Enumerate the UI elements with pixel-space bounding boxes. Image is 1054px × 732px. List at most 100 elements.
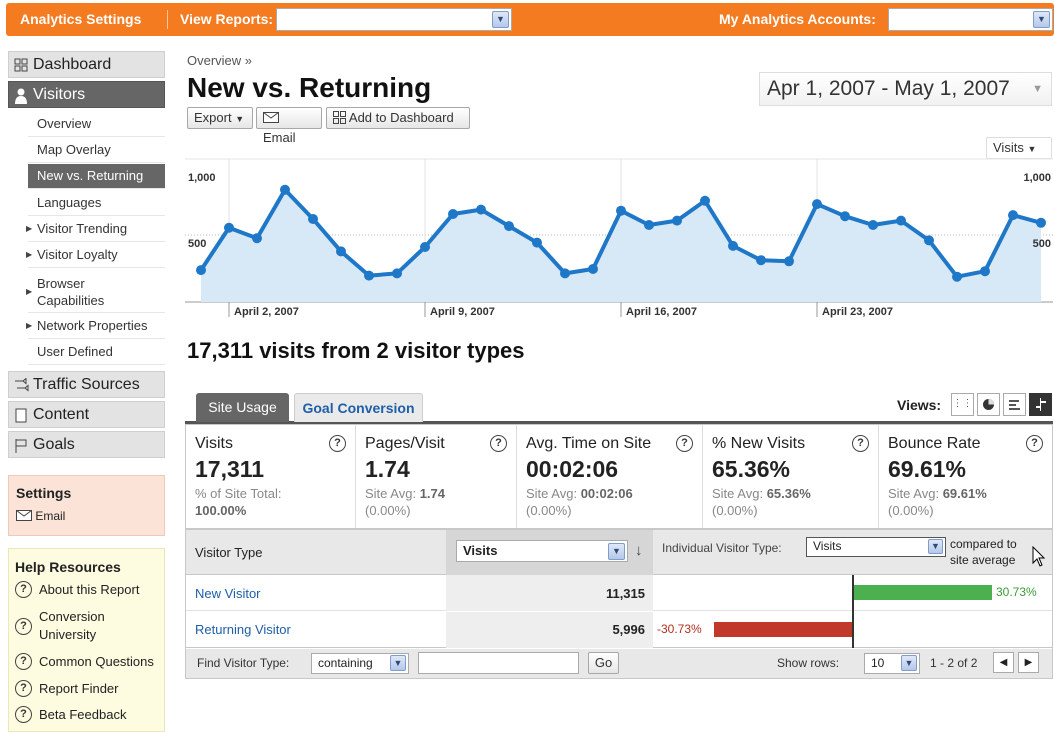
sidebar-item-languages[interactable]: Languages <box>28 191 165 216</box>
accounts-select[interactable]: ▼ <box>888 8 1053 31</box>
go-button[interactable]: Go <box>588 652 619 674</box>
triangle-right-icon: ▶ <box>26 321 33 330</box>
prev-page-button[interactable]: ◀ <box>993 652 1014 673</box>
chart-point[interactable] <box>672 215 682 226</box>
chart-point[interactable] <box>616 205 626 216</box>
x-tick-label: April 9, 2007 <box>430 306 495 318</box>
chart-point[interactable] <box>728 240 738 251</box>
chart-point[interactable] <box>980 266 990 277</box>
chart-point[interactable] <box>420 242 430 252</box>
individual-type-label: Individual Visitor Type: <box>662 541 782 555</box>
chart-point[interactable] <box>924 235 934 246</box>
nav-traffic-sources[interactable]: Traffic Sources <box>8 371 165 398</box>
sidebar-item-user-defined[interactable]: User Defined <box>28 340 165 365</box>
individual-type-select[interactable]: Visits ▼ <box>806 537 946 557</box>
tab-goal-conversion[interactable]: Goal Conversion <box>294 393 423 422</box>
chevron-down-icon: ▼ <box>608 543 625 560</box>
chart-metric-label: Visits <box>993 140 1024 155</box>
export-button[interactable]: Export ▼ <box>187 107 253 129</box>
view-reports-select[interactable]: ▼ <box>276 8 512 31</box>
sidebar-item-overview[interactable]: Overview <box>28 112 165 137</box>
help-label: Common Questions <box>39 654 154 669</box>
chart-point[interactable] <box>952 271 962 282</box>
sidebar-item-browser-capabilities[interactable]: ▶ Browser Capabilities <box>26 270 165 313</box>
help-icon[interactable]: ? <box>676 435 693 452</box>
chevron-down-icon: ▼ <box>1027 144 1037 154</box>
show-rows-value: 10 <box>871 656 885 670</box>
chart-point[interactable] <box>308 213 318 224</box>
chart-point[interactable] <box>1008 210 1018 221</box>
individual-type-value: Visits <box>813 539 842 553</box>
tab-site-usage[interactable]: Site Usage <box>196 393 289 422</box>
chart-point[interactable] <box>784 256 794 267</box>
help-icon[interactable]: ? <box>490 435 507 452</box>
table-view-icon[interactable]: ⋮⋮ <box>951 393 974 416</box>
x-tick-label: April 23, 2007 <box>822 306 893 318</box>
next-page-button[interactable]: ▶ <box>1018 652 1039 673</box>
sidebar-item-network-properties[interactable]: ▶ Network Properties <box>26 314 165 339</box>
sidebar-item-map-overlay[interactable]: Map Overlay <box>28 138 165 163</box>
chart-point[interactable] <box>336 246 346 257</box>
chart-point[interactable] <box>504 221 514 232</box>
help-icon[interactable]: ? <box>1026 435 1043 452</box>
chart-point[interactable] <box>700 195 710 206</box>
accounts-label: My Analytics Accounts: <box>719 11 876 27</box>
show-rows-select[interactable]: 10 ▼ <box>864 653 920 674</box>
nav-goals[interactable]: Goals <box>8 431 165 458</box>
pagination-range: 1 - 2 of 2 <box>930 656 978 670</box>
chart-point[interactable] <box>812 199 822 210</box>
find-input[interactable] <box>418 652 579 674</box>
visitor-type-link[interactable]: New Visitor <box>195 586 261 601</box>
col-visitor-type[interactable]: Visitor Type <box>195 545 262 560</box>
chart-point[interactable] <box>476 204 486 215</box>
nav-visitors[interactable]: Visitors <box>8 81 165 108</box>
breadcrumb[interactable]: Overview » <box>187 53 252 68</box>
sort-down-icon[interactable]: ↓ <box>635 542 643 559</box>
help-icon[interactable]: ? <box>329 435 346 452</box>
chart-metric-select[interactable]: Visits ▼ <box>986 137 1052 159</box>
chart-point[interactable] <box>392 268 402 279</box>
chart-point[interactable] <box>532 237 542 248</box>
chart-point[interactable] <box>868 220 878 230</box>
view-switcher: ⋮⋮ <box>951 393 1052 417</box>
help-label: About this Report <box>39 582 140 597</box>
add-to-dashboard-button[interactable]: Add to Dashboard <box>326 107 470 129</box>
pie-view-icon[interactable] <box>977 393 1000 416</box>
comparison-view-icon[interactable] <box>1029 393 1052 416</box>
metric-sub: Site Avg: <box>712 486 767 501</box>
chart-point[interactable] <box>756 255 766 266</box>
containing-select[interactable]: containing ▼ <box>311 653 409 674</box>
sidebar-item-new-vs-returning[interactable]: New vs. Returning <box>28 164 165 189</box>
person-icon <box>14 88 28 104</box>
metric-visits: Visits 17,311 % of Site Total: 100.00% ? <box>186 425 356 528</box>
chart-point[interactable] <box>1036 217 1046 228</box>
sidebar-item-visitor-trending[interactable]: ▶ Visitor Trending <box>26 217 165 242</box>
chart-point[interactable] <box>448 209 458 219</box>
chart-point[interactable] <box>588 264 598 274</box>
comparison-bar-positive <box>854 585 993 600</box>
metric-new-visits: % New Visits 65.36% Site Avg: 65.36% (0.0… <box>703 425 879 528</box>
analytics-settings-link[interactable]: Analytics Settings <box>20 11 141 27</box>
nav-content[interactable]: Content <box>8 401 165 428</box>
settings-email-link[interactable]: Email <box>16 509 65 523</box>
chart-point[interactable] <box>252 233 262 244</box>
chart-point[interactable] <box>364 270 374 281</box>
chart-point[interactable] <box>644 220 654 230</box>
chart-point[interactable] <box>196 265 206 276</box>
chart-point[interactable] <box>280 184 290 195</box>
email-button[interactable]: Email <box>256 107 322 145</box>
date-range-picker[interactable]: Apr 1, 2007 - May 1, 2007 ▼ <box>759 72 1052 106</box>
sidebar-item-visitor-loyalty[interactable]: ▶ Visitor Loyalty <box>26 243 165 268</box>
views-label: Views: <box>897 397 942 413</box>
visitor-type-link[interactable]: Returning Visitor <box>195 622 291 637</box>
chart-point[interactable] <box>560 268 570 279</box>
chart-point[interactable] <box>896 215 906 226</box>
help-icon[interactable]: ? <box>852 435 869 452</box>
nav-dashboard[interactable]: Dashboard <box>8 51 165 78</box>
bar-view-icon[interactable] <box>1003 393 1026 416</box>
metric-column-select[interactable]: Visits ▼ <box>456 540 628 562</box>
metric-bounce-rate: Bounce Rate 69.61% Site Avg: 69.61% (0.00… <box>879 425 1052 528</box>
chart-point[interactable] <box>840 211 850 222</box>
envelope-icon <box>263 112 279 123</box>
chart-point[interactable] <box>224 222 234 233</box>
